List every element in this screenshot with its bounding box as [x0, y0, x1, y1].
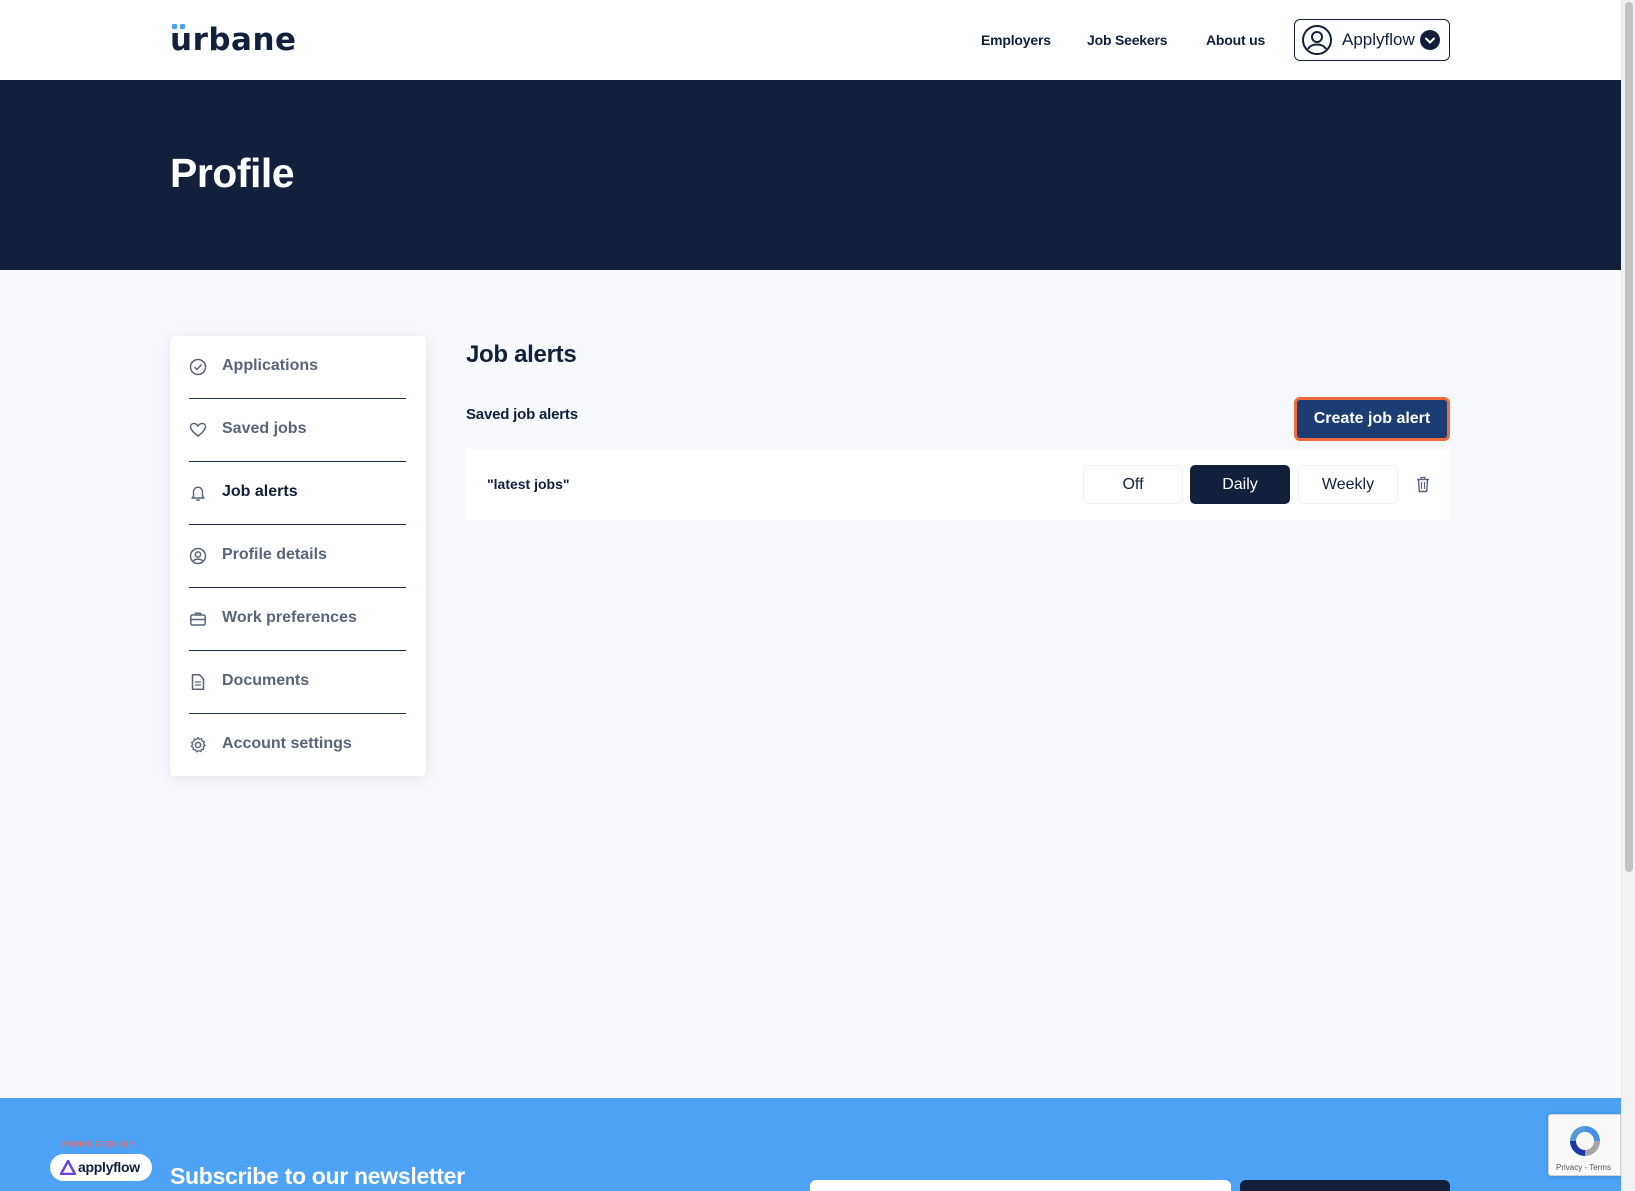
user-avatar-icon — [1302, 25, 1332, 55]
top-navigation-bar: urbane Employers Job Seekers About us Ap… — [0, 0, 1621, 80]
nav-employers-link[interactable]: Employers — [981, 32, 1051, 48]
recaptcha-badge[interactable]: Privacy - Terms — [1548, 1114, 1621, 1176]
applyflow-brand: applyflow — [78, 1159, 140, 1175]
newsletter-subscribe-button[interactable] — [1240, 1180, 1450, 1191]
newsletter-email-input[interactable] — [810, 1180, 1231, 1191]
job-alert-row: "latest jobs" Off Daily Weekly — [466, 449, 1450, 520]
sidebar-item-label: Documents — [222, 672, 310, 689]
bell-icon — [191, 486, 205, 501]
profile-hero-banner: Profile — [0, 80, 1621, 270]
sidebar-item-job-alerts[interactable]: Job alerts — [189, 462, 406, 525]
applyflow-badge[interactable]: applyflow — [50, 1154, 152, 1181]
create-job-alert-button[interactable]: Create job alert — [1294, 397, 1450, 441]
gear-icon — [190, 736, 206, 753]
newsletter-title: Subscribe to our newsletter — [170, 1163, 465, 1189]
chevron-down-icon — [1420, 30, 1440, 50]
page-scrollbar[interactable] — [1621, 0, 1635, 1191]
sidebar-item-label: Profile details — [222, 546, 327, 563]
urbane-logo[interactable]: urbane — [170, 22, 297, 58]
saved-alerts-heading: Saved job alerts — [466, 406, 578, 423]
sidebar-item-work-preferences[interactable]: Work preferences — [189, 588, 406, 651]
check-circle-icon — [189, 358, 207, 376]
nav-job-seekers-link[interactable]: Job Seekers — [1087, 32, 1167, 48]
delete-alert-trash-icon[interactable] — [1416, 476, 1430, 493]
sidebar-item-profile-details[interactable]: Profile details — [189, 525, 406, 588]
sidebar-item-account-settings[interactable]: Account settings — [189, 714, 406, 777]
sidebar-item-applications[interactable]: Applications — [189, 336, 406, 399]
recaptcha-logo-icon — [1570, 1126, 1600, 1156]
powered-by-label: POWERED BY — [62, 1140, 137, 1149]
frequency-off-button[interactable]: Off — [1083, 465, 1183, 504]
sidebar-item-saved-jobs[interactable]: Saved jobs — [189, 399, 406, 462]
job-alert-name: "latest jobs" — [487, 476, 570, 492]
user-circle-icon — [189, 547, 207, 565]
frequency-weekly-button[interactable]: Weekly — [1298, 465, 1398, 504]
briefcase-icon — [190, 612, 206, 626]
account-menu-button[interactable]: Applyflow — [1294, 19, 1450, 61]
sidebar-item-label: Saved jobs — [222, 420, 307, 437]
heart-icon — [189, 422, 207, 437]
scrollbar-thumb[interactable] — [1625, 2, 1633, 872]
frequency-daily-button[interactable]: Daily — [1190, 465, 1290, 504]
sidebar-item-label: Job alerts — [222, 483, 298, 500]
recaptcha-links[interactable]: Privacy - Terms — [1556, 1163, 1611, 1172]
profile-sidebar: Applications Saved jobs Job alerts Profi… — [170, 336, 426, 776]
page-title: Profile — [170, 150, 295, 196]
applyflow-logo-icon — [60, 1160, 76, 1175]
sidebar-item-label: Work preferences — [222, 609, 357, 626]
sidebar-item-label: Applications — [222, 357, 319, 374]
document-icon — [191, 674, 205, 690]
sidebar-item-documents[interactable]: Documents — [189, 651, 406, 714]
nav-about-us-link[interactable]: About us — [1206, 32, 1265, 48]
account-label: Applyflow — [1342, 30, 1415, 49]
sidebar-item-label: Account settings — [222, 735, 352, 752]
section-title: Job alerts — [466, 341, 577, 368]
